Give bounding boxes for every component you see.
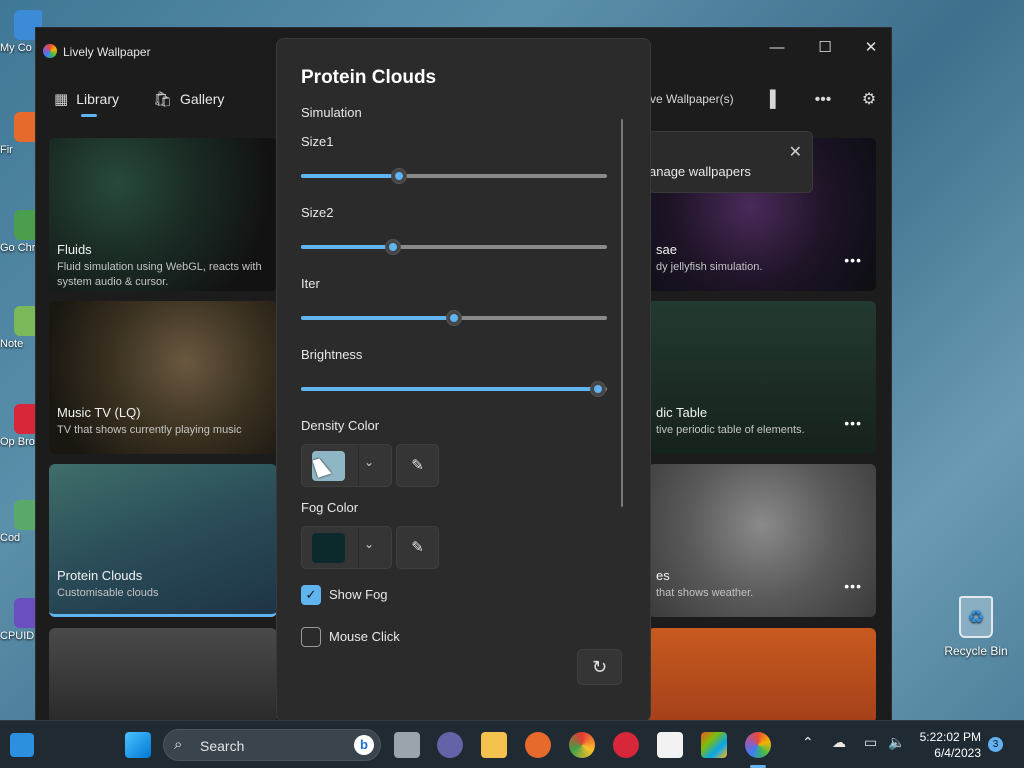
card-more-icon[interactable]: •••	[844, 415, 862, 431]
fog-color-picker[interactable]: ⌄	[301, 526, 392, 569]
wallpaper-card-music-tv[interactable]: Music TV (LQ) TV that shows currently pl…	[49, 301, 277, 454]
wallpaper-card-partial-right[interactable]	[648, 628, 876, 723]
wallpaper-card-protein-clouds[interactable]: Protein Clouds Customisable clouds	[49, 464, 277, 617]
taskbar: ⌕ Search b ⌃ ☁ ▭ 🔈 5:22:02 PM 6/4/2023 3	[0, 720, 1024, 768]
task-view-icon[interactable]	[394, 732, 420, 758]
section-simulation: Simulation	[301, 105, 362, 120]
screen-layout-icon[interactable]: ▐	[758, 88, 782, 112]
close-button[interactable]: ✕	[856, 36, 886, 60]
panel-scrollbar[interactable]	[621, 119, 623, 507]
show-fog-checkbox[interactable]: ✓	[301, 585, 321, 605]
mouse-click-checkbox[interactable]	[301, 627, 321, 647]
chevron-down-icon: ⌄	[364, 455, 375, 469]
chevron-down-icon: ⌄	[364, 537, 375, 551]
more-options-icon[interactable]: •••	[811, 88, 835, 112]
opera-icon[interactable]	[613, 732, 639, 758]
tooltip-close-icon[interactable]: ✕	[789, 142, 802, 162]
panel-title: Protein Clouds	[301, 67, 437, 88]
chrome-icon[interactable]	[569, 732, 595, 758]
wallpaper-card-periodic-table[interactable]: dic Table tive periodic table of element…	[648, 301, 876, 454]
desktop-icon-recycle-bin[interactable]: Recycle Bin	[942, 596, 1010, 658]
fog-color-swatch	[312, 533, 345, 563]
maximize-button[interactable]: ☐	[810, 36, 840, 60]
size1-slider[interactable]	[301, 166, 607, 186]
volume-icon[interactable]: 🔈	[888, 734, 905, 751]
slider-label-size1: Size1	[301, 134, 334, 149]
eyedropper-icon[interactable]: ✎	[396, 444, 439, 487]
notepad-icon[interactable]	[657, 732, 683, 758]
tab-library[interactable]: ▦ Library	[54, 84, 119, 114]
iter-slider[interactable]	[301, 308, 607, 328]
teams-chat-icon[interactable]	[437, 732, 463, 758]
firefox-icon[interactable]	[525, 732, 551, 758]
bag-icon: 🛍	[153, 91, 173, 108]
onedrive-icon[interactable]: ☁	[832, 734, 846, 751]
eyedropper-icon[interactable]: ✎	[396, 526, 439, 569]
card-more-icon[interactable]: •••	[844, 578, 862, 594]
recycle-bin-icon	[959, 596, 993, 638]
wallpaper-card-partial-left[interactable]	[49, 628, 277, 723]
size2-slider[interactable]	[301, 237, 607, 257]
grid-icon: ▦	[54, 91, 69, 108]
file-explorer-icon[interactable]	[481, 732, 507, 758]
wallpaper-card-fluids[interactable]: Fluids Fluid simulation using WebGL, rea…	[49, 138, 277, 291]
window-title: Lively Wallpaper	[63, 45, 151, 59]
search-box[interactable]: ⌕ Search b	[163, 729, 381, 761]
tab-gallery[interactable]: 🛍 Gallery	[153, 84, 224, 114]
widgets-icon[interactable]	[10, 733, 34, 757]
wallpaper-card-weather[interactable]: es that shows weather. •••	[648, 464, 876, 617]
minimize-button[interactable]: —	[762, 36, 792, 60]
slider-label-iter: Iter	[301, 276, 320, 291]
notification-badge[interactable]: 3	[988, 737, 1003, 752]
slider-label-brightness: Brightness	[301, 347, 363, 362]
bing-icon[interactable]: b	[354, 735, 374, 755]
tab-library-indicator	[81, 114, 97, 117]
fog-color-label: Fog Color	[301, 500, 359, 515]
network-icon[interactable]: ▭	[864, 734, 877, 751]
mouse-click-label: Mouse Click	[329, 629, 400, 644]
manage-wallpapers-tooltip: anage wallpapers ✕	[648, 131, 813, 193]
card-more-icon[interactable]: •••	[844, 252, 862, 268]
clock[interactable]: 5:22:02 PM 6/4/2023	[915, 729, 981, 761]
microsoft-store-icon[interactable]	[701, 732, 727, 758]
lively-wallpaper-icon[interactable]	[745, 732, 771, 758]
chevron-up-icon[interactable]: ⌃	[802, 734, 814, 751]
brightness-slider[interactable]	[301, 379, 607, 399]
active-wallpapers-link[interactable]: ve Wallpaper(s)	[650, 92, 734, 106]
density-color-label: Density Color	[301, 418, 380, 433]
customise-panel: Protein Clouds Simulation Size1 Size2 It…	[276, 38, 651, 722]
settings-gear-icon[interactable]: ⚙	[857, 88, 881, 112]
show-fog-label: Show Fog	[329, 587, 388, 602]
search-icon: ⌕	[174, 736, 183, 753]
start-windows-icon[interactable]	[125, 732, 151, 758]
slider-label-size2: Size2	[301, 205, 334, 220]
lively-logo-icon	[43, 44, 57, 58]
reset-icon[interactable]: ↻	[577, 649, 622, 685]
